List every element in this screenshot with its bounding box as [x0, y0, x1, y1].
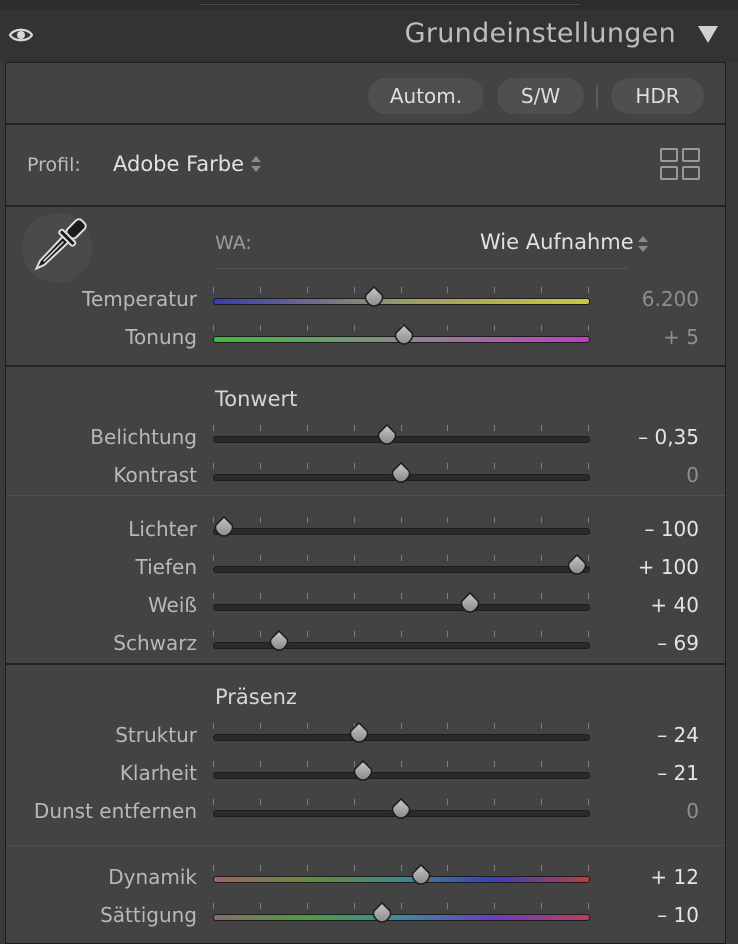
presence-divider [6, 845, 725, 846]
tonung-slider-row: Tonung + 5 [6, 320, 725, 358]
basic-panel: Autom. S/W HDR Profil: Adobe Farbe WA: W… [5, 62, 726, 944]
profile-browser-grid-icon[interactable] [660, 148, 700, 182]
treatment-section: Autom. S/W HDR [6, 63, 725, 125]
panel-title[interactable]: Grundeinstellungen [405, 18, 676, 49]
tonung-label: Tonung [125, 325, 197, 349]
temperatur-slider-row: Temperatur 6.200 [6, 282, 725, 320]
lichter-label: Lichter [128, 517, 197, 541]
kontrast-label: Kontrast [113, 463, 197, 487]
klarheit-slider-row: Klarheit – 21 [6, 756, 725, 794]
profile-label: Profil: [27, 154, 81, 176]
klarheit-slider-thumb[interactable] [353, 760, 373, 781]
temperatur-tick-marks [213, 287, 590, 293]
lichter-slider-track[interactable] [213, 528, 590, 535]
belichtung-label: Belichtung [90, 425, 197, 449]
struktur-tick-marks [213, 723, 590, 729]
belichtung-tick-marks [213, 425, 590, 431]
schwarz-value[interactable]: – 69 [657, 631, 699, 655]
weiss-slider-track[interactable] [213, 604, 590, 611]
belichtung-slider-row: Belichtung – 0,35 [6, 420, 725, 458]
weiss-slider-row: Weiß + 40 [6, 588, 725, 626]
dynamik-slider-row: Dynamik + 12 [6, 860, 725, 898]
lichter-tick-marks [213, 517, 590, 523]
white-balance-divider [215, 268, 627, 269]
schwarz-label: Schwarz [113, 631, 197, 655]
panel-header[interactable]: Grundeinstellungen [0, 10, 738, 62]
auto-button[interactable]: Autom. [368, 78, 484, 114]
tonung-value[interactable]: + 5 [663, 325, 699, 349]
dynamik-label: Dynamik [108, 865, 197, 889]
struktur-label: Struktur [115, 723, 197, 747]
dunst-value[interactable]: 0 [686, 799, 699, 823]
schwarz-slider-thumb[interactable] [269, 630, 289, 651]
saettigung-slider-thumb[interactable] [372, 902, 392, 923]
tiefen-value[interactable]: + 100 [638, 555, 699, 579]
presence-section: Präsenz Struktur – 24 Klarheit – 21 Dunst … [6, 665, 725, 943]
tone-divider [6, 495, 725, 496]
collapse-triangle-icon[interactable] [698, 26, 718, 43]
schwarz-slider-row: Schwarz – 69 [6, 626, 725, 664]
belichtung-slider-track[interactable] [213, 436, 590, 443]
weiss-value[interactable]: + 40 [650, 593, 699, 617]
kontrast-slider-thumb[interactable] [391, 462, 411, 483]
bw-button[interactable]: S/W [497, 78, 584, 114]
struktur-value[interactable]: – 24 [657, 723, 699, 747]
lichter-slider-thumb[interactable] [214, 516, 234, 537]
eyedropper-icon[interactable] [22, 213, 92, 283]
kontrast-slider-row: Kontrast 0 [6, 458, 725, 496]
button-separator [596, 85, 598, 109]
struktur-slider-track[interactable] [213, 734, 590, 741]
profile-section: Profil: Adobe Farbe [6, 125, 725, 207]
belichtung-value[interactable]: – 0,35 [638, 425, 699, 449]
struktur-slider-thumb[interactable] [349, 722, 369, 743]
temperatur-label: Temperatur [82, 287, 197, 311]
tiefen-slider-row: Tiefen + 100 [6, 550, 725, 588]
dunst-slider-thumb[interactable] [391, 798, 411, 819]
temperatur-slider-track[interactable] [213, 298, 590, 305]
klarheit-slider-track[interactable] [213, 772, 590, 779]
saettigung-slider-row: Sättigung – 10 [6, 898, 725, 936]
dunst-label: Dunst entfernen [33, 799, 197, 823]
previous-panel-edge [0, 0, 738, 10]
white-balance-label: WA: [215, 232, 252, 254]
tone-section: Tonwert Belichtung – 0,35 Kontrast 0 Licht… [6, 367, 725, 665]
saettigung-slider-track[interactable] [213, 914, 590, 921]
white-balance-updown-icon[interactable] [638, 236, 648, 254]
tiefen-label: Tiefen [135, 555, 197, 579]
struktur-slider-row: Struktur – 24 [6, 718, 725, 756]
saettigung-label: Sättigung [100, 903, 197, 927]
dynamik-slider-track[interactable] [213, 876, 590, 883]
weiss-label: Weiß [147, 593, 197, 617]
klarheit-value[interactable]: – 21 [657, 761, 699, 785]
profile-updown-icon[interactable] [251, 156, 261, 174]
tone-title: Tonwert [215, 387, 298, 411]
dynamik-slider-thumb[interactable] [411, 864, 431, 885]
lichter-slider-row: Lichter – 100 [6, 512, 725, 550]
tiefen-tick-marks [213, 555, 590, 561]
tonung-slider-thumb[interactable] [394, 324, 414, 345]
temperatur-slider-thumb[interactable] [364, 286, 384, 307]
temperatur-value[interactable]: 6.200 [642, 287, 699, 311]
eye-icon[interactable] [8, 24, 34, 46]
dynamik-tick-marks [213, 865, 590, 871]
weiss-slider-thumb[interactable] [460, 592, 480, 613]
klarheit-tick-marks [213, 761, 590, 767]
hdr-button[interactable]: HDR [611, 78, 704, 114]
kontrast-value[interactable]: 0 [686, 463, 699, 487]
panel-edge-line [200, 0, 580, 5]
profile-dropdown[interactable]: Adobe Farbe [113, 152, 244, 176]
saettigung-value[interactable]: – 10 [657, 903, 699, 927]
presence-title: Präsenz [215, 685, 297, 709]
dunst-slider-row: Dunst entfernen 0 [6, 794, 725, 832]
lichter-value[interactable]: – 100 [644, 517, 699, 541]
tiefen-slider-track[interactable] [213, 566, 590, 573]
tiefen-slider-thumb[interactable] [567, 554, 587, 575]
weiss-tick-marks [213, 593, 590, 599]
white-balance-section: WA: Wie Aufnahme Temperatur 6.200 Tonung +… [6, 207, 725, 367]
dynamik-value[interactable]: + 12 [650, 865, 699, 889]
saettigung-tick-marks [213, 903, 590, 909]
klarheit-label: Klarheit [119, 761, 197, 785]
belichtung-slider-thumb[interactable] [377, 424, 397, 445]
white-balance-dropdown[interactable]: Wie Aufnahme [480, 230, 634, 254]
